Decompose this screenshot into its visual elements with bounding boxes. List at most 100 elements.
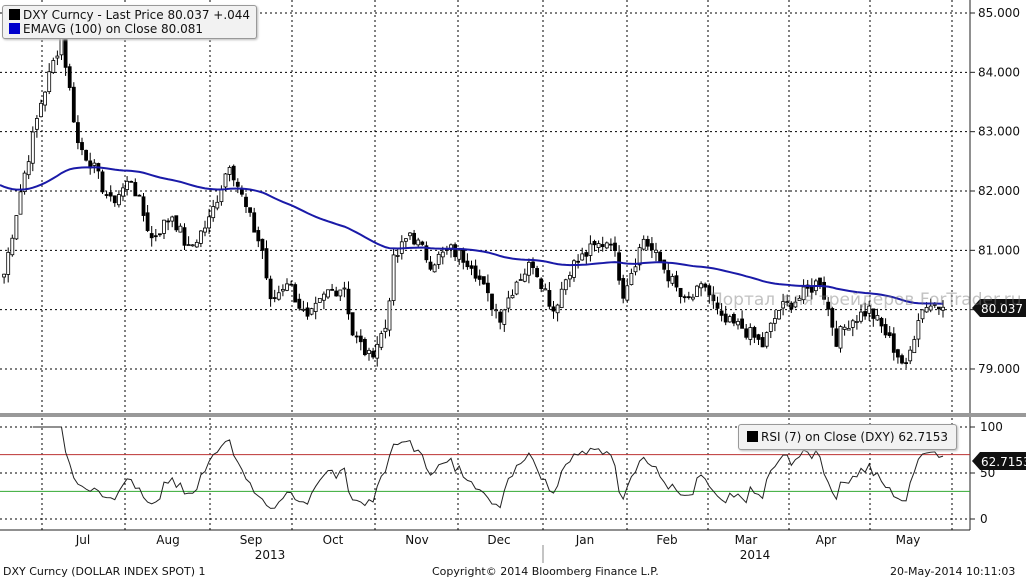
candle-down	[752, 327, 757, 338]
candle-up	[194, 241, 199, 248]
candle-up	[125, 180, 129, 190]
candle-down	[887, 332, 892, 337]
candle-down	[621, 278, 626, 299]
candle-down	[732, 314, 736, 324]
x-tick-label: Mar	[735, 533, 758, 547]
candle-down	[428, 261, 433, 270]
candle-down	[133, 182, 138, 197]
candle-down	[358, 335, 363, 343]
candle-up	[280, 289, 285, 292]
candle-up	[432, 264, 437, 273]
candle-up	[563, 279, 568, 291]
candle-down	[141, 196, 146, 216]
candle-up	[875, 315, 880, 321]
candle-up	[219, 188, 224, 203]
candle-up	[670, 276, 675, 284]
candle-down	[481, 276, 486, 285]
candle-up	[309, 308, 314, 315]
bloomberg-chart: 85.00084.00083.00082.00081.00080.00079.0…	[0, 0, 1026, 581]
candle-down	[235, 181, 240, 187]
candle-up	[699, 283, 703, 289]
candle-up	[51, 60, 56, 73]
candle-down	[744, 328, 749, 338]
candle-down	[297, 298, 302, 309]
candle-up	[198, 230, 203, 244]
candle-down	[362, 338, 367, 356]
candle-up	[383, 327, 388, 333]
candle-up	[908, 349, 913, 362]
candle-up	[338, 289, 343, 297]
x-tick-label: Oct	[323, 533, 344, 547]
candle-down	[305, 307, 310, 317]
candle-up	[387, 300, 392, 331]
candle-down	[551, 306, 556, 312]
candle-up	[26, 161, 31, 176]
candle-down	[264, 248, 269, 279]
candle-up	[920, 309, 925, 320]
candle-down	[678, 287, 683, 298]
candle-up	[559, 288, 564, 308]
candle-down	[703, 283, 708, 288]
candle-up	[842, 326, 847, 330]
candle-up	[47, 71, 52, 93]
candle-down	[600, 244, 605, 248]
candle-up	[691, 296, 695, 300]
candle-up	[510, 294, 515, 299]
candle-up	[35, 118, 39, 130]
candle-up	[30, 131, 35, 164]
price-swatch-icon	[9, 9, 20, 20]
candle-up	[39, 102, 43, 118]
candle-up	[522, 273, 527, 282]
candle-down	[330, 288, 335, 291]
candle-up	[748, 327, 753, 340]
candle-down	[469, 265, 474, 269]
rsi-legend: RSI (7) on Close (DXY) 62.7153	[738, 424, 957, 450]
candle-down	[129, 180, 134, 183]
candle-down	[166, 220, 171, 223]
candle-up	[43, 91, 47, 106]
candle-down	[485, 282, 490, 294]
candle-down	[863, 311, 867, 317]
candle-down	[723, 313, 728, 323]
candle-up	[170, 216, 175, 222]
candle-up	[654, 249, 658, 253]
candle-up	[588, 243, 593, 256]
candle-up	[190, 244, 195, 247]
candle-down	[547, 290, 552, 307]
candle-down	[576, 260, 580, 263]
candle-up	[59, 36, 64, 56]
candle-down	[498, 311, 503, 323]
candle-down	[719, 310, 724, 316]
candle-up	[10, 237, 15, 256]
candle-up	[326, 289, 330, 298]
candle-down	[153, 235, 158, 238]
x-tick-label: May	[896, 533, 921, 547]
y-tick-label: 83.000	[978, 125, 1020, 139]
candle-up	[436, 253, 441, 265]
candle-up	[162, 219, 166, 234]
legend-price: DXY Curncy - Last Price 80.037 +.044	[23, 8, 251, 22]
year-label: 2013	[255, 548, 286, 562]
candle-down	[260, 238, 265, 251]
candle-down	[896, 349, 900, 358]
candle-up	[395, 255, 400, 257]
candle-up	[317, 297, 322, 303]
candle-up	[912, 339, 917, 354]
candle-up	[6, 251, 11, 275]
candle-up	[736, 320, 740, 326]
candle-down	[613, 242, 617, 252]
candle-up	[506, 297, 511, 309]
candle-up	[580, 253, 585, 261]
candle-down	[272, 297, 277, 299]
candle-down	[371, 350, 376, 358]
candle-up	[855, 321, 859, 323]
candle-up	[514, 281, 519, 295]
candle-up	[121, 187, 125, 197]
ema-swatch-icon	[9, 23, 20, 34]
candle-down	[100, 171, 105, 193]
rsi-y-tick-label: 0	[980, 512, 988, 526]
candle-down	[760, 337, 765, 348]
footer-security: DXY Curncy (DOLLAR INDEX SPOT) 1	[3, 565, 206, 578]
candle-down	[584, 252, 589, 257]
candle-up	[403, 238, 408, 242]
